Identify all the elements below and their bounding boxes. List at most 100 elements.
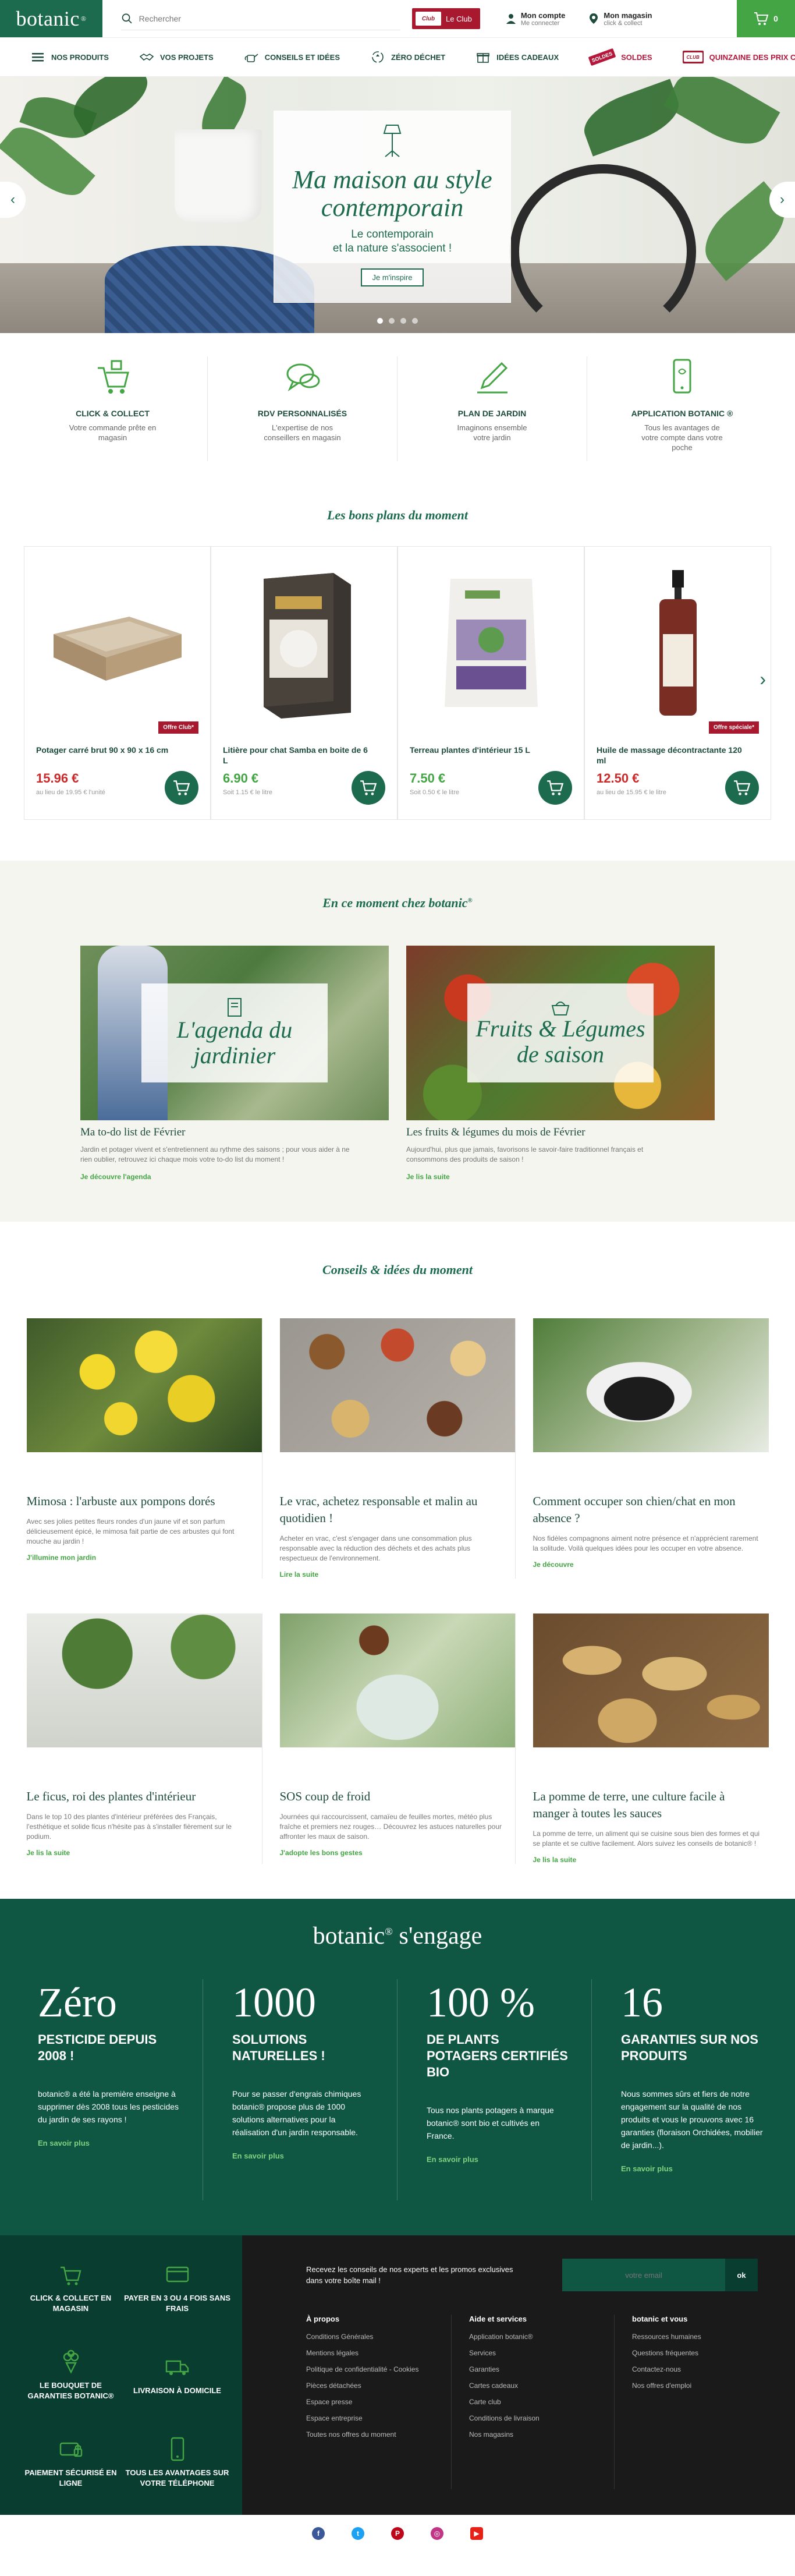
pinterest-icon[interactable]: P [391,2527,404,2540]
products-next-button[interactable]: › [759,668,766,690]
nav-item-sales[interactable]: SOLDES SOLDES [576,38,665,76]
botanic-logo[interactable]: botanic ® [0,0,102,37]
site-footer: CLICK & COLLECT EN MAGASIN PAYER EN 3 OU… [0,2235,795,2515]
footer-link[interactable]: Politique de confidentialité - Cookies [306,2365,439,2374]
carousel-dot[interactable] [400,318,406,324]
product-card[interactable]: Offre Club* Potager carré brut 90 x 90 x… [24,546,211,820]
footer-link[interactable]: Cartes cadeaux [469,2382,602,2390]
youtube-icon[interactable]: ▶ [470,2527,483,2540]
newsletter-submit-button[interactable]: ok [725,2259,758,2291]
product-card[interactable]: Litière pour chat Samba en boite de 6 L … [211,546,398,820]
advice-card-link[interactable]: Je lis la suite [27,1849,262,1857]
footer-link[interactable]: Espace presse [306,2398,439,2407]
commitment-link[interactable]: En savoir plus [232,2152,374,2160]
social-links: f t P ◎ ▶ [0,2515,795,2552]
advice-card[interactable]: La pomme de terre, une culture facile à … [533,1613,769,1864]
advice-card-link[interactable]: J'adopte les bons gestes [280,1849,515,1857]
add-to-cart-button[interactable] [165,771,198,805]
moment-card[interactable]: L'agenda du jardinier Ma to-do list de F… [80,946,389,1181]
advice-title: Conseils & idées du moment [322,1262,473,1277]
advice-card[interactable]: SOS coup de froid Journées qui raccourci… [279,1613,516,1864]
commitment-figure: 1000 [232,1979,316,2026]
newsletter-text: Recevez les conseils de nos experts et l… [306,2265,513,2285]
moment-card[interactable]: Fruits & Légumes de saison Les fruits & … [406,946,715,1181]
add-to-cart-button[interactable] [725,771,759,805]
instagram-icon[interactable]: ◎ [431,2527,443,2540]
advice-card-link[interactable]: J'illumine mon jardin [27,1554,262,1562]
feature-installments[interactable]: PAYER EN 3 OU 4 FOIS SANS FRAIS [124,2247,230,2329]
footer-link[interactable]: Garanties [469,2365,602,2374]
feature-home-delivery[interactable]: LIVRAISON À DOMICILE [124,2334,230,2416]
search-bar[interactable] [121,7,400,30]
footer-link[interactable]: Nos offres d'emploi [632,2382,766,2390]
footer-link[interactable]: Application botanic® [469,2333,602,2341]
cart-icon [734,780,751,795]
logo-mark: ® [80,14,87,23]
search-input[interactable] [139,13,400,23]
service-app[interactable]: APPLICATION BOTANIC ® Tous les avantages… [587,356,777,461]
nav-item-advice[interactable]: CONSEILS ET IDÉES [231,38,353,76]
footer-link[interactable]: Questions fréquentes [632,2349,766,2358]
moment-section: En ce moment chez botanic® L'agenda du j… [0,861,795,1222]
advice-card-link[interactable]: Lire la suite [280,1570,515,1579]
advice-card-link[interactable]: Je lis la suite [533,1856,769,1864]
product-card[interactable]: Terreau plantes d'intérieur 15 L 7.50 € … [398,546,584,820]
nav-item-gifts[interactable]: IDÉES CADEAUX [463,38,572,76]
nav-item-club-prices[interactable]: Club QUINZAINE DES PRIX CLUB [670,38,795,76]
footer-link[interactable]: Contactez-nous [632,2365,766,2374]
vegetables-image: Fruits & Légumes de saison [406,946,715,1120]
account-link[interactable]: Mon compte Me connecter [506,0,565,37]
service-garden-plan[interactable]: PLAN DE JARDIN Imaginons ensemble votre … [398,356,587,461]
footer-link[interactable]: Toutes nos offres du moment [306,2430,439,2439]
footer-link[interactable]: Pièces détachées [306,2382,439,2390]
facebook-icon[interactable]: f [312,2527,325,2540]
store-subtitle: click & collect [604,19,643,27]
massage-oil-bottle-image [659,570,697,716]
feature-secure-payment[interactable]: PAIEMENT SÉCURISÉ EN LIGNE [17,2422,124,2503]
feature-guarantees[interactable]: LE BOUQUET DE GARANTIES BOTANIC® [17,2334,124,2416]
footer-link[interactable]: Ressources humaines [632,2333,766,2341]
carousel-dot[interactable] [377,318,383,324]
feature-click-collect[interactable]: CLICK & COLLECT EN MAGASIN [17,2247,124,2329]
moment-card-link[interactable]: Je lis la suite [406,1173,715,1181]
footer-features: CLICK & COLLECT EN MAGASIN PAYER EN 3 OU… [0,2235,242,2515]
commitment-link[interactable]: En savoir plus [621,2164,763,2173]
nav-item-products[interactable]: NOS PRODUITS [17,38,122,76]
hero-cta-button[interactable]: Je m'inspire [360,268,424,286]
store-link[interactable]: Mon magasin click & collect [588,0,652,37]
footer-link[interactable]: Mentions légales [306,2349,439,2358]
commitment-link[interactable]: En savoir plus [38,2139,179,2147]
hamburger-icon [32,53,44,62]
service-click-collect[interactable]: CLICK & COLLECT Votre commande prête en … [18,356,208,461]
nav-item-zero-waste[interactable]: ZÉRO DÉCHET [357,38,458,76]
club-link[interactable]: Club Le Club [412,8,480,29]
footer-link[interactable]: Conditions de livraison [469,2414,602,2423]
advice-card[interactable]: Mimosa : l'arbuste aux pompons dorés Ave… [26,1318,262,1579]
commitment-heading: PESTICIDE DEPUIS 2008 ! [38,2032,157,2063]
nav-item-projects[interactable]: VOS PROJETS [126,38,226,76]
newsletter-email-input[interactable] [562,2259,725,2291]
commitment-link[interactable]: En savoir plus [427,2155,568,2164]
footer-link[interactable]: Nos magasins [469,2430,602,2439]
advice-card[interactable]: Le ficus, roi des plantes d'intérieur Da… [26,1613,262,1864]
carousel-dot[interactable] [389,318,395,324]
service-appointments[interactable]: RDV PERSONNALISÉS L'expertise de nos con… [208,356,398,461]
product-card[interactable]: Offre spéciale* Huile de massage décontr… [584,546,771,820]
moment-card-link[interactable]: Je découvre l'agenda [80,1173,389,1181]
advice-card-link[interactable]: Je découvre [533,1561,769,1569]
footer-link[interactable]: Services [469,2349,602,2358]
watering-can-icon [244,54,258,62]
cart-button[interactable]: 0 [737,0,795,37]
footer-link[interactable]: Conditions Générales [306,2333,439,2341]
add-to-cart-button[interactable] [352,771,385,805]
add-to-cart-button[interactable] [538,771,572,805]
carousel-dot[interactable] [412,318,418,324]
footer-link[interactable]: Espace entreprise [306,2414,439,2423]
feature-phone-app[interactable]: TOUS LES AVANTAGES SUR VOTRE TÉLÉPHONE [124,2422,230,2503]
advice-card[interactable]: Comment occuper son chien/chat en mon ab… [533,1318,769,1579]
advice-card[interactable]: Le vrac, achetez responsable et malin au… [279,1318,516,1579]
footer-col-you: botanic et vous Ressources humaines Ques… [632,2315,778,2489]
offer-badge: Offre Club* [158,721,198,734]
footer-link[interactable]: Carte club [469,2398,602,2407]
twitter-icon[interactable]: t [352,2527,364,2540]
